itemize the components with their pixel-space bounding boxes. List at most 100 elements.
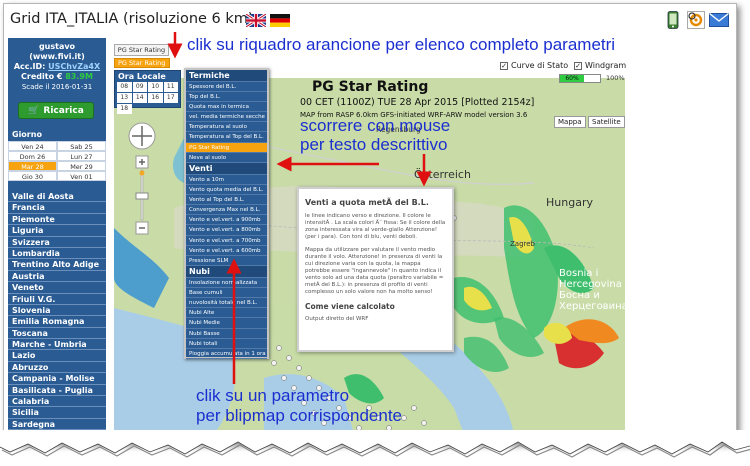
region-item[interactable]: Svizzera — [8, 237, 106, 248]
region-item[interactable]: Lombardia — [8, 248, 106, 260]
parameter-item[interactable]: Top del B.L. — [186, 92, 267, 102]
hour-option[interactable]: 08 — [117, 82, 132, 92]
mobile-icon[interactable] — [667, 11, 679, 29]
region-item[interactable]: Basilicata - Puglia — [8, 385, 106, 397]
parameter-item[interactable]: Vento quota media del B.L. — [186, 185, 267, 195]
mail-icon[interactable] — [709, 11, 729, 29]
parameter-item[interactable]: vel. media termiche secche — [186, 112, 267, 123]
region-item[interactable]: Piemonte — [8, 214, 106, 226]
parameter-item[interactable]: Vento e vel.vert. a 900mb — [186, 215, 267, 226]
parameter-item[interactable]: nuvolosità totale nel B.L. — [186, 298, 267, 309]
region-item[interactable]: Abruzzo — [8, 362, 106, 374]
parameter-item[interactable]: Vento e vel.vert. a 700mb — [186, 236, 267, 246]
region-item[interactable]: Valle di Aosta — [8, 191, 106, 203]
grid-title: Grid ITA_ITALIA (risoluzione 6 km) — [10, 11, 254, 27]
hour-option[interactable]: 09 — [132, 82, 147, 92]
map-subtitle-date: 00 CET (1100Z) TUE 28 Apr 2015 [Plotted … — [300, 97, 535, 108]
region-item[interactable]: Friuli V.G. — [8, 294, 106, 305]
tab-pg-star-rating[interactable]: PG Star Rating — [114, 44, 169, 56]
account-id-link[interactable]: USChvZa4X — [48, 62, 100, 71]
region-item[interactable]: Slovenia — [8, 305, 106, 317]
day-row: Ven 24 Sab 25 — [8, 141, 106, 151]
parameter-group-header: Nubi — [186, 266, 267, 278]
region-item[interactable]: Veneto — [8, 282, 106, 294]
parameter-item[interactable]: Nubi Medie — [186, 318, 267, 329]
opacity-slider[interactable]: 60% — [559, 74, 601, 83]
hour-option[interactable]: 13 — [117, 93, 132, 103]
hour-option[interactable]: 11 — [163, 82, 178, 92]
day-option[interactable]: Gio 30 — [8, 171, 57, 181]
credit-value: 83.9M — [65, 72, 93, 81]
map-type-mappa-button[interactable]: Mappa — [554, 116, 586, 128]
region-item[interactable]: Liguria — [8, 225, 106, 237]
day-option[interactable]: Sab 25 — [57, 141, 106, 151]
hour-option[interactable]: 17 — [163, 93, 178, 103]
parameter-item[interactable]: PG Star Rating — [186, 142, 267, 153]
parameter-item[interactable]: Nubi Basse — [186, 329, 267, 339]
region-item[interactable]: Trentino Alto Adige — [8, 259, 106, 271]
hour-option[interactable]: 14 — [132, 93, 147, 103]
map-label-bosnia-4: Херцеговина — [559, 301, 625, 312]
annotation-scroll-line-2: per testo descrittivo — [300, 135, 448, 154]
user-name: gustavo — [38, 42, 76, 51]
day-option[interactable]: Mar 28 — [8, 161, 57, 171]
region-item[interactable]: Sardegna — [8, 419, 106, 431]
title-bar: Grid ITA_ITALIA (risoluzione 6 km) — [4, 4, 736, 36]
checkbox-check-icon: ✓ — [574, 61, 582, 70]
parameter-dropdown-trigger[interactable]: PG Star Rating — [114, 58, 170, 68]
day-option[interactable]: Mer 29 — [57, 161, 106, 171]
region-item[interactable]: Austria — [8, 271, 106, 283]
hour-option[interactable]: 18 — [117, 104, 132, 114]
settings-icon[interactable] — [687, 11, 705, 29]
parameter-item[interactable]: Base cumuli — [186, 288, 267, 299]
ricarica-button[interactable]: 🛒 Ricarica — [18, 102, 94, 119]
region-item[interactable]: Francia — [8, 202, 106, 214]
parameter-item[interactable]: Spessore del B.L. — [186, 82, 267, 92]
parameter-item[interactable]: Temperatura al suolo — [186, 122, 267, 133]
sidebar: gustavo (www.fivi.it) Acc.ID: USChvZa4X … — [8, 38, 106, 434]
annotation-click-line-2: per blipmap corrispondente — [196, 406, 403, 425]
german-flag-icon[interactable] — [270, 14, 290, 27]
day-selector: Ven 24 Sab 25 Dom 26 Lun 27 Mar 28 Mer 29 Gio … — [8, 141, 106, 181]
parameter-item[interactable]: Temperatura al Top del B.L. — [186, 132, 267, 143]
ricarica-label: Ricarica — [43, 105, 84, 116]
parameter-item[interactable]: Vento a 10m — [186, 175, 267, 185]
windgram-label: Windgram — [585, 61, 627, 70]
region-item[interactable]: Sicilia — [8, 407, 106, 419]
windgram-checkbox[interactable]: ✓ Windgram — [574, 61, 626, 70]
map-type-satellite-button[interactable]: Satellite — [588, 116, 625, 128]
region-item[interactable]: Calabria — [8, 396, 106, 408]
parameter-item[interactable]: Vento e vel.vert. a 800mb — [186, 225, 267, 236]
parameter-item[interactable]: Vento e vel.vert. a 600mb — [186, 246, 267, 256]
curve-di-stato-checkbox[interactable]: ✓ Curve di Stato — [500, 61, 568, 70]
parameter-item[interactable]: Pressione SLM — [186, 256, 267, 267]
day-option[interactable]: Ven 01 — [57, 171, 106, 181]
region-item[interactable]: Marche - Umbria — [8, 339, 106, 351]
parameter-item[interactable]: Quota max in termica — [186, 102, 267, 113]
hour-option[interactable]: 16 — [148, 93, 163, 103]
giorno-header: Giorno — [12, 130, 42, 139]
parameter-group-header: Termiche — [186, 70, 267, 82]
parameter-item[interactable]: Insolazione normalizzata — [186, 278, 267, 288]
day-row: Mar 28 Mer 29 — [8, 161, 106, 171]
parameter-description-tooltip: Venti a quota metÃ del B.L. le linee ind… — [297, 187, 454, 352]
parameter-item[interactable]: Vento al Top del B.L. — [186, 195, 267, 206]
day-option[interactable]: Dom 26 — [8, 151, 57, 161]
region-item[interactable]: Lazio — [8, 350, 106, 362]
screenshot-frame: Grid ITA_ITALIA (risoluzione 6 km) gusta… — [3, 3, 737, 443]
parameter-item[interactable]: Neve al suolo — [186, 153, 267, 163]
tooltip-subtitle: Come viene calcolato — [305, 302, 395, 311]
parameter-item[interactable]: Convergenza Max nel B.L. — [186, 205, 267, 216]
parameter-item[interactable]: Nubi Alte — [186, 308, 267, 319]
region-item[interactable]: Campania - Molise — [8, 373, 106, 385]
region-item[interactable]: Toscana — [8, 328, 106, 340]
parameter-item[interactable]: Pioggia accumulata in 1 ora — [186, 349, 267, 360]
parameter-item[interactable]: Nubi totali — [186, 339, 267, 349]
hour-selector: 08 09 10 11 13 14 16 17 18 — [115, 82, 180, 114]
map-title: PG Star Rating — [312, 79, 429, 95]
day-option[interactable]: Ven 24 — [8, 141, 57, 151]
uk-flag-icon[interactable] — [246, 14, 266, 27]
day-option[interactable]: Lun 27 — [57, 151, 106, 161]
region-item[interactable]: Emilia Romagna — [8, 316, 106, 328]
hour-option[interactable]: 10 — [148, 82, 163, 92]
